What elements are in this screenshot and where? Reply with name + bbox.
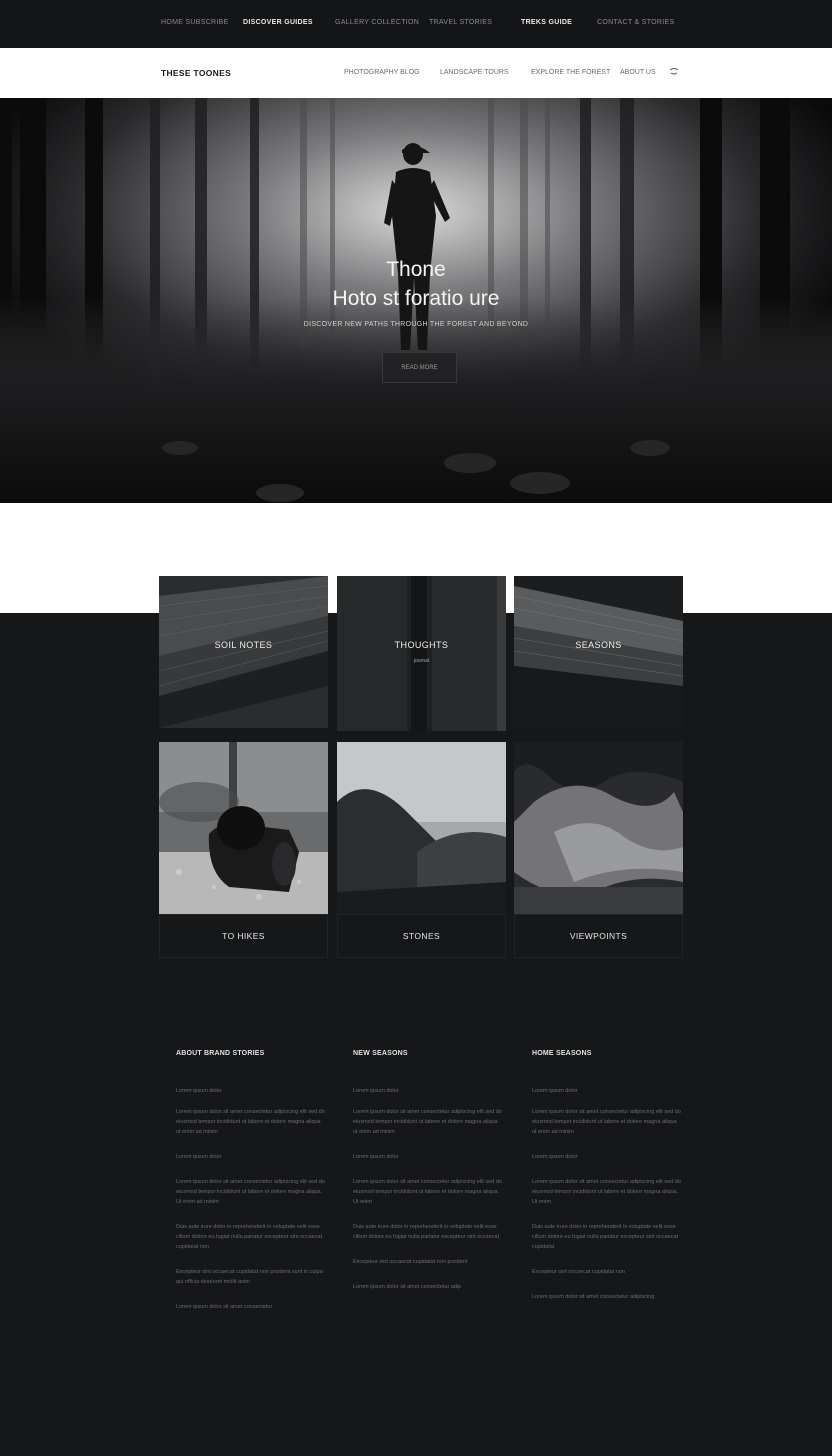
menu-icon[interactable] bbox=[668, 66, 680, 78]
column-paragraph: Lorem ipsum dolor sit amet consectetur a… bbox=[176, 1109, 325, 1135]
column-heading: NEW SEASONS bbox=[353, 1050, 408, 1057]
column-kicker: Lorem ipsum dolor bbox=[353, 1088, 399, 1094]
column-paragraph: Lorem ipsum dolor sit amet consectetur a… bbox=[532, 1179, 681, 1205]
gallery-tile-2[interactable]: THOUGHTS journal bbox=[337, 576, 506, 731]
hero-subtitle: DISCOVER NEW PATHS THROUGH THE FOREST AN… bbox=[303, 321, 529, 328]
tile-footer: VIEWPOINTS bbox=[514, 914, 683, 958]
column-paragraph: Lorem ipsum dolor sit amet consectetur bbox=[176, 1304, 273, 1310]
camera-lens-image bbox=[159, 742, 328, 914]
footer-column-1: ABOUT BRAND STORIES Lorem ipsum dolor Lo… bbox=[176, 1050, 326, 1327]
gallery-grid: SOIL NOTES THOUGHTS journal SEASONS TO H… bbox=[159, 576, 683, 958]
nav-link-explore[interactable]: EXPLORE THE FOREST bbox=[531, 69, 610, 76]
footer-column-2: NEW SEASONS Lorem ipsum dolor Lorem ipsu… bbox=[353, 1050, 503, 1307]
column-kicker: Lorem ipsum dolor bbox=[532, 1088, 578, 1094]
column-paragraph: Lorem ipsum dolor sit amet consectetur a… bbox=[176, 1179, 325, 1205]
column-paragraph: Lorem ipsum dolor bbox=[176, 1154, 222, 1160]
footer-column-3: HOME SEASONS Lorem ipsum dolor Lorem ips… bbox=[532, 1050, 682, 1317]
column-paragraph: Lorem ipsum dolor sit amet consectetur a… bbox=[532, 1109, 681, 1135]
column-paragraph: Excepteur sint occaecat cupidatat non pr… bbox=[176, 1269, 323, 1285]
site-logo[interactable]: THESE TOONES bbox=[161, 68, 231, 78]
tile-footer: STONES bbox=[337, 914, 506, 958]
tile-caption: SOIL NOTES bbox=[214, 640, 273, 650]
column-paragraph: Lorem ipsum dolor sit amet consectetur a… bbox=[353, 1284, 462, 1290]
column-kicker: Lorem ipsum dolor bbox=[176, 1088, 222, 1094]
topbar-link-1[interactable]: HOME SUBSCRIBE bbox=[161, 19, 229, 26]
tile-footer: TO HIKES bbox=[159, 914, 328, 958]
top-bar: HOME SUBSCRIBE DISCOVER GUIDES GALLERY C… bbox=[0, 0, 832, 48]
column-paragraph: Lorem ipsum dolor bbox=[353, 1154, 399, 1160]
nav-link-photography[interactable]: PHOTOGRAPHY BLOG bbox=[344, 69, 420, 76]
column-paragraph: Excepteur sint occaecat cupidatat non pr… bbox=[353, 1259, 468, 1265]
hero-pretitle: Thone bbox=[386, 258, 446, 281]
book-stack-image bbox=[514, 576, 683, 728]
nav-link-about[interactable]: ABOUT US bbox=[620, 69, 656, 76]
misty-hill-image bbox=[337, 742, 506, 914]
gallery-tile-3[interactable]: SEASONS bbox=[514, 576, 683, 728]
book-spine-image bbox=[337, 576, 506, 731]
gallery-tile-5[interactable]: STONES bbox=[337, 742, 506, 958]
nav-link-landscape[interactable]: LANDSCAPE TOURS bbox=[440, 69, 509, 76]
column-paragraph: Duis aute irure dolor in reprehenderit i… bbox=[532, 1224, 679, 1250]
tile-caption: SEASONS bbox=[575, 640, 622, 650]
topbar-link-5[interactable]: TREKS GUIDE bbox=[521, 19, 572, 26]
gallery-tile-1[interactable]: SOIL NOTES bbox=[159, 576, 328, 728]
column-paragraph: Duis aute irure dolor in reprehenderit i… bbox=[353, 1224, 500, 1240]
tile-subcaption: journal bbox=[413, 658, 429, 664]
column-paragraph: Lorem ipsum dolor sit amet consectetur a… bbox=[353, 1179, 502, 1205]
topbar-link-4[interactable]: TRAVEL STORIES bbox=[429, 19, 492, 26]
topbar-link-3[interactable]: GALLERY COLLECTION bbox=[335, 19, 419, 26]
column-paragraph: Lorem ipsum dolor bbox=[532, 1154, 578, 1160]
hero-cta-button[interactable]: READ MORE bbox=[382, 352, 457, 383]
topbar-link-6[interactable]: CONTACT & STORIES bbox=[597, 19, 674, 26]
gallery-tile-6[interactable]: VIEWPOINTS bbox=[514, 742, 683, 958]
book-pages-image bbox=[159, 576, 328, 728]
smoke-cloud-image bbox=[514, 742, 683, 914]
hero-title: Hoto st foratio ure bbox=[332, 287, 500, 310]
column-paragraph: Excepteur sint occaecat cupidatat non bbox=[532, 1269, 625, 1275]
column-paragraph: Lorem ipsum dolor sit amet consectetur a… bbox=[532, 1294, 655, 1300]
column-heading: ABOUT BRAND STORIES bbox=[176, 1050, 265, 1057]
hero-section: Thone Hoto st foratio ure DISCOVER NEW P… bbox=[0, 98, 832, 503]
topbar-link-2[interactable]: DISCOVER GUIDES bbox=[243, 19, 313, 26]
tile-caption: THOUGHTS bbox=[394, 640, 449, 650]
column-heading: HOME SEASONS bbox=[532, 1050, 592, 1057]
column-paragraph: Duis aute irure dolor in reprehenderit i… bbox=[176, 1224, 323, 1250]
gallery-tile-4[interactable]: TO HIKES bbox=[159, 742, 328, 958]
main-navbar: THESE TOONES PHOTOGRAPHY BLOG LANDSCAPE … bbox=[0, 48, 832, 98]
column-paragraph: Lorem ipsum dolor sit amet consectetur a… bbox=[353, 1109, 502, 1135]
